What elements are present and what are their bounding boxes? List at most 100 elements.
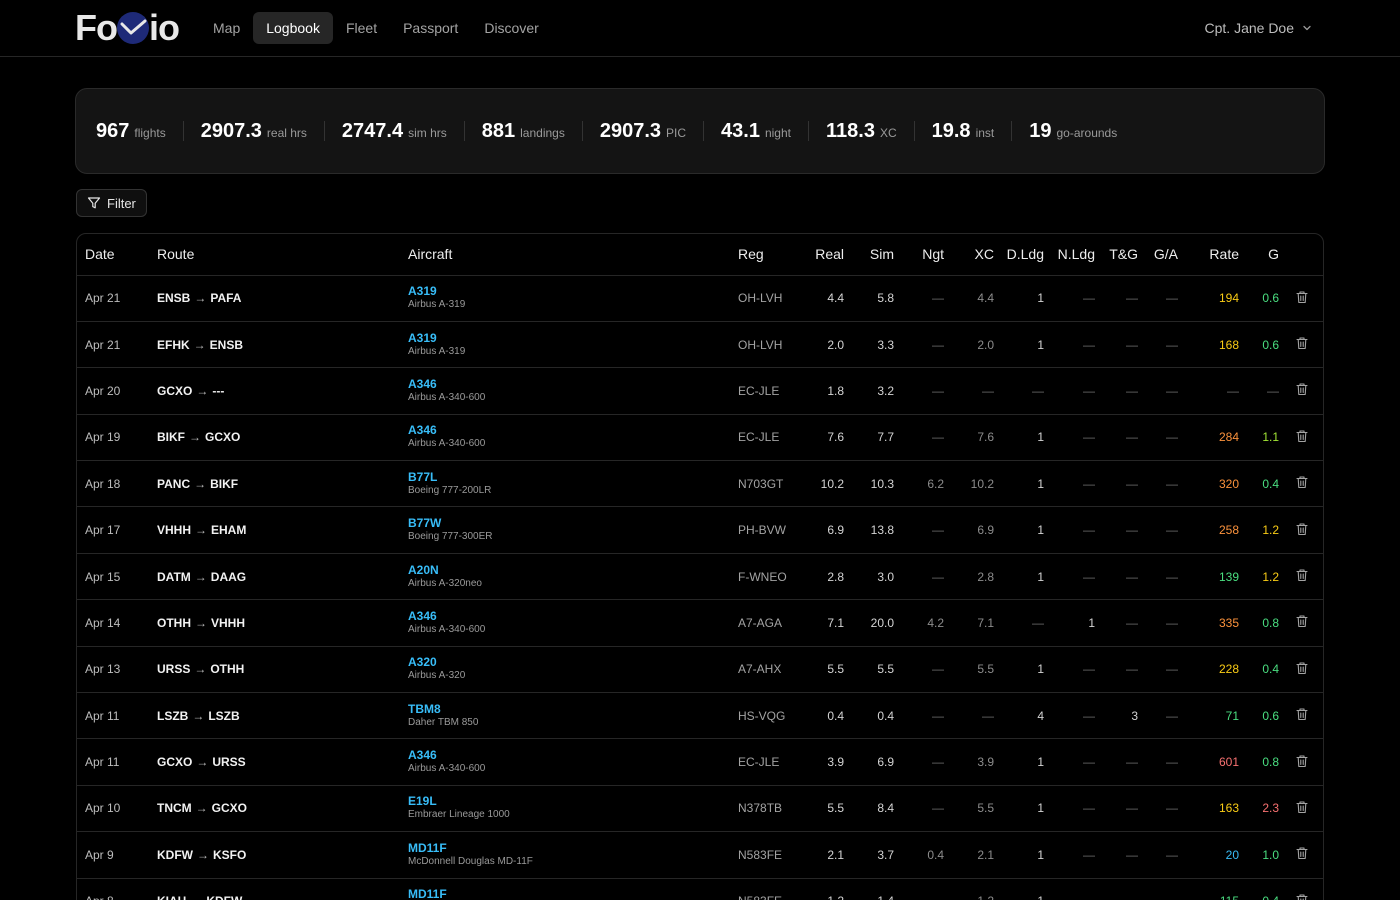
header-go-around[interactable]: G/A bbox=[1138, 234, 1178, 276]
cell-route[interactable]: URSS → OTHH bbox=[157, 646, 408, 694]
aircraft-type-link[interactable]: A346 bbox=[408, 377, 738, 391]
cell-route[interactable]: DATM → DAAG bbox=[157, 553, 408, 601]
header-touch-and-go[interactable]: T&G bbox=[1095, 234, 1138, 276]
trash-icon[interactable] bbox=[1295, 754, 1309, 768]
table-row[interactable]: Apr 19 BIKF → GCXO A346 Airbus A-340-600 EC… bbox=[77, 414, 1323, 462]
header-night[interactable]: Ngt bbox=[894, 234, 944, 276]
table-row[interactable]: Apr 21 ENSB → PAFA A319 Airbus A-319 OH-LVH… bbox=[77, 275, 1323, 322]
arrow-right-icon: → bbox=[194, 291, 207, 306]
table-row[interactable]: Apr 9 KDFW → KSFO MD11F McDonnell Douglas M… bbox=[77, 831, 1323, 879]
cell-touch-and-go: 3 bbox=[1095, 692, 1138, 740]
nav-item-logbook[interactable]: Logbook bbox=[253, 12, 333, 44]
table-row[interactable]: Apr 8 KIAH → KDFW MD11FMcDonnell Douglas M… bbox=[77, 878, 1323, 900]
header-reg[interactable]: Reg bbox=[738, 234, 796, 276]
nav-item-fleet[interactable]: Fleet bbox=[333, 12, 390, 44]
cell-g-force: 0.8 bbox=[1239, 599, 1279, 647]
header-real[interactable]: Real bbox=[796, 234, 844, 276]
trash-icon[interactable] bbox=[1295, 707, 1309, 721]
header-g-force[interactable]: G bbox=[1239, 234, 1279, 276]
table-row[interactable]: Apr 20 GCXO → --- A346 Airbus A-340-600 EC-… bbox=[77, 367, 1323, 415]
aircraft-name: Airbus A-340-600 bbox=[408, 438, 486, 450]
table-row[interactable]: Apr 13 URSS → OTHH A320 Airbus A-320 A7-AHX… bbox=[77, 646, 1323, 694]
trash-icon[interactable] bbox=[1295, 475, 1309, 489]
cell-xc-time: 2.8 bbox=[944, 553, 994, 601]
cell-date: Apr 8 bbox=[77, 878, 157, 900]
header-rate[interactable]: Rate bbox=[1178, 234, 1239, 276]
stat-value: 881 bbox=[481, 120, 516, 142]
cell-route[interactable]: TNCM → GCXO bbox=[157, 785, 408, 833]
cell-date: Apr 14 bbox=[77, 599, 157, 647]
aircraft-name: Airbus A-340-600 bbox=[408, 391, 486, 403]
table-row[interactable]: Apr 17 VHHH → EHAM B77W Boeing 777-300ER PH… bbox=[77, 506, 1323, 554]
table-row[interactable]: Apr 11 GCXO → URSS A346 Airbus A-340-600 EC… bbox=[77, 738, 1323, 786]
aircraft-type-link[interactable]: MD11F bbox=[408, 887, 738, 900]
cell-landing-rate: 20 bbox=[1178, 831, 1239, 879]
nav-item-map[interactable]: Map bbox=[200, 12, 253, 44]
cell-route[interactable]: GCXO → --- bbox=[157, 367, 408, 415]
aircraft-type-link[interactable]: B77W bbox=[408, 516, 738, 530]
header-aircraft[interactable]: Aircraft bbox=[408, 234, 738, 276]
route-from: ENSB bbox=[157, 291, 191, 306]
cell-route[interactable]: BIKF → GCXO bbox=[157, 414, 408, 462]
cell-day-landings: 1 bbox=[994, 553, 1044, 601]
trash-icon[interactable] bbox=[1295, 800, 1309, 814]
cell-route[interactable]: GCXO → URSS bbox=[157, 738, 408, 786]
cell-route[interactable]: OTHH → VHHH bbox=[157, 599, 408, 647]
cell-night-landings: — bbox=[1044, 321, 1095, 369]
table-row[interactable]: Apr 18 PANC → BIKF B77L Boeing 777-200LR N7… bbox=[77, 460, 1323, 508]
trash-icon[interactable] bbox=[1295, 893, 1309, 900]
trash-icon[interactable] bbox=[1295, 382, 1309, 396]
aircraft-type-link[interactable]: A20N bbox=[408, 563, 738, 577]
nav-item-discover[interactable]: Discover bbox=[471, 12, 551, 44]
aircraft-type-link[interactable]: E19L bbox=[408, 794, 738, 808]
route-from: LSZB bbox=[157, 708, 189, 723]
trash-icon[interactable] bbox=[1295, 522, 1309, 536]
cell-xc-time: 2.0 bbox=[944, 321, 994, 369]
header-date[interactable]: Date bbox=[77, 234, 157, 276]
aircraft-type-link[interactable]: A319 bbox=[408, 331, 738, 345]
trash-icon[interactable] bbox=[1295, 290, 1309, 304]
aircraft-type-link[interactable]: MD11F bbox=[408, 841, 738, 855]
header-day-landings[interactable]: D.Ldg bbox=[994, 234, 1044, 276]
cell-date: Apr 10 bbox=[77, 785, 157, 833]
aircraft-type-link[interactable]: A319 bbox=[408, 284, 738, 298]
aircraft-type-link[interactable]: TBM8 bbox=[408, 702, 738, 716]
cell-route[interactable]: KIAH → KDFW bbox=[157, 878, 408, 900]
cell-landing-rate: 139 bbox=[1178, 553, 1239, 601]
cell-touch-and-go: — bbox=[1095, 460, 1138, 508]
trash-icon[interactable] bbox=[1295, 661, 1309, 675]
header-night-landings[interactable]: N.Ldg bbox=[1044, 234, 1095, 276]
cell-route[interactable]: VHHH → EHAM bbox=[157, 506, 408, 554]
aircraft-type-link[interactable]: A346 bbox=[408, 748, 738, 762]
cell-night-landings: — bbox=[1044, 367, 1095, 415]
filter-button[interactable]: Filter bbox=[76, 189, 147, 217]
table-row[interactable]: Apr 15 DATM → DAAG A20N Airbus A-320neo F-W… bbox=[77, 553, 1323, 601]
trash-icon[interactable] bbox=[1295, 614, 1309, 628]
header-sim[interactable]: Sim bbox=[844, 234, 894, 276]
cell-route[interactable]: ENSB → PAFA bbox=[157, 275, 408, 322]
cell-route[interactable]: LSZB → LSZB bbox=[157, 692, 408, 740]
table-row[interactable]: Apr 10 TNCM → GCXO E19L Embraer Lineage 100… bbox=[77, 785, 1323, 833]
cell-route[interactable]: PANC → BIKF bbox=[157, 460, 408, 508]
cell-route[interactable]: KDFW → KSFO bbox=[157, 831, 408, 879]
cell-date: Apr 11 bbox=[77, 738, 157, 786]
aircraft-type-link[interactable]: A346 bbox=[408, 423, 738, 437]
aircraft-type-link[interactable]: A320 bbox=[408, 655, 738, 669]
app-logo[interactable]: Fo io bbox=[75, 7, 180, 48]
aircraft-name: Boeing 777-200LR bbox=[408, 484, 492, 496]
table-row[interactable]: Apr 11 LSZB → LSZB TBM8 Daher TBM 850 HS-VQ… bbox=[77, 692, 1323, 740]
trash-icon[interactable] bbox=[1295, 429, 1309, 443]
table-row[interactable]: Apr 14 OTHH → VHHH A346 Airbus A-340-600 A7… bbox=[77, 599, 1323, 647]
table-row[interactable]: Apr 21 EFHK → ENSB A319 Airbus A-319 OH-LVH… bbox=[77, 321, 1323, 369]
trash-icon[interactable] bbox=[1295, 568, 1309, 582]
trash-icon[interactable] bbox=[1295, 336, 1309, 350]
user-menu[interactable]: Cpt. Jane Doe bbox=[1205, 20, 1313, 36]
header-xc[interactable]: XC bbox=[944, 234, 994, 276]
cell-route[interactable]: EFHK → ENSB bbox=[157, 321, 408, 369]
cell-aircraft: TBM8 Daher TBM 850 bbox=[408, 692, 738, 740]
trash-icon[interactable] bbox=[1295, 846, 1309, 860]
aircraft-type-link[interactable]: A346 bbox=[408, 609, 738, 623]
header-route[interactable]: Route bbox=[157, 234, 408, 276]
aircraft-type-link[interactable]: B77L bbox=[408, 470, 738, 484]
nav-item-passport[interactable]: Passport bbox=[390, 12, 471, 44]
